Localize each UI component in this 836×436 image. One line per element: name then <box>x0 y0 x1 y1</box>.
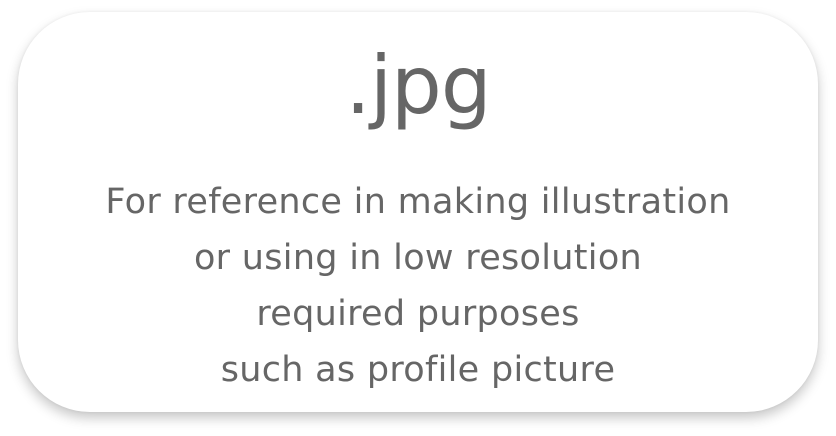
description-line: For reference in making illustration <box>105 182 731 222</box>
description-line: such as profile picture <box>220 350 616 390</box>
description-line: or using in low resolution <box>193 238 643 278</box>
format-info-card: .jpg For reference in making illustratio… <box>18 12 818 412</box>
format-description: For reference in making illustration or … <box>105 174 730 398</box>
file-format-title: .jpg <box>345 39 491 132</box>
description-line: required purposes <box>256 294 580 334</box>
